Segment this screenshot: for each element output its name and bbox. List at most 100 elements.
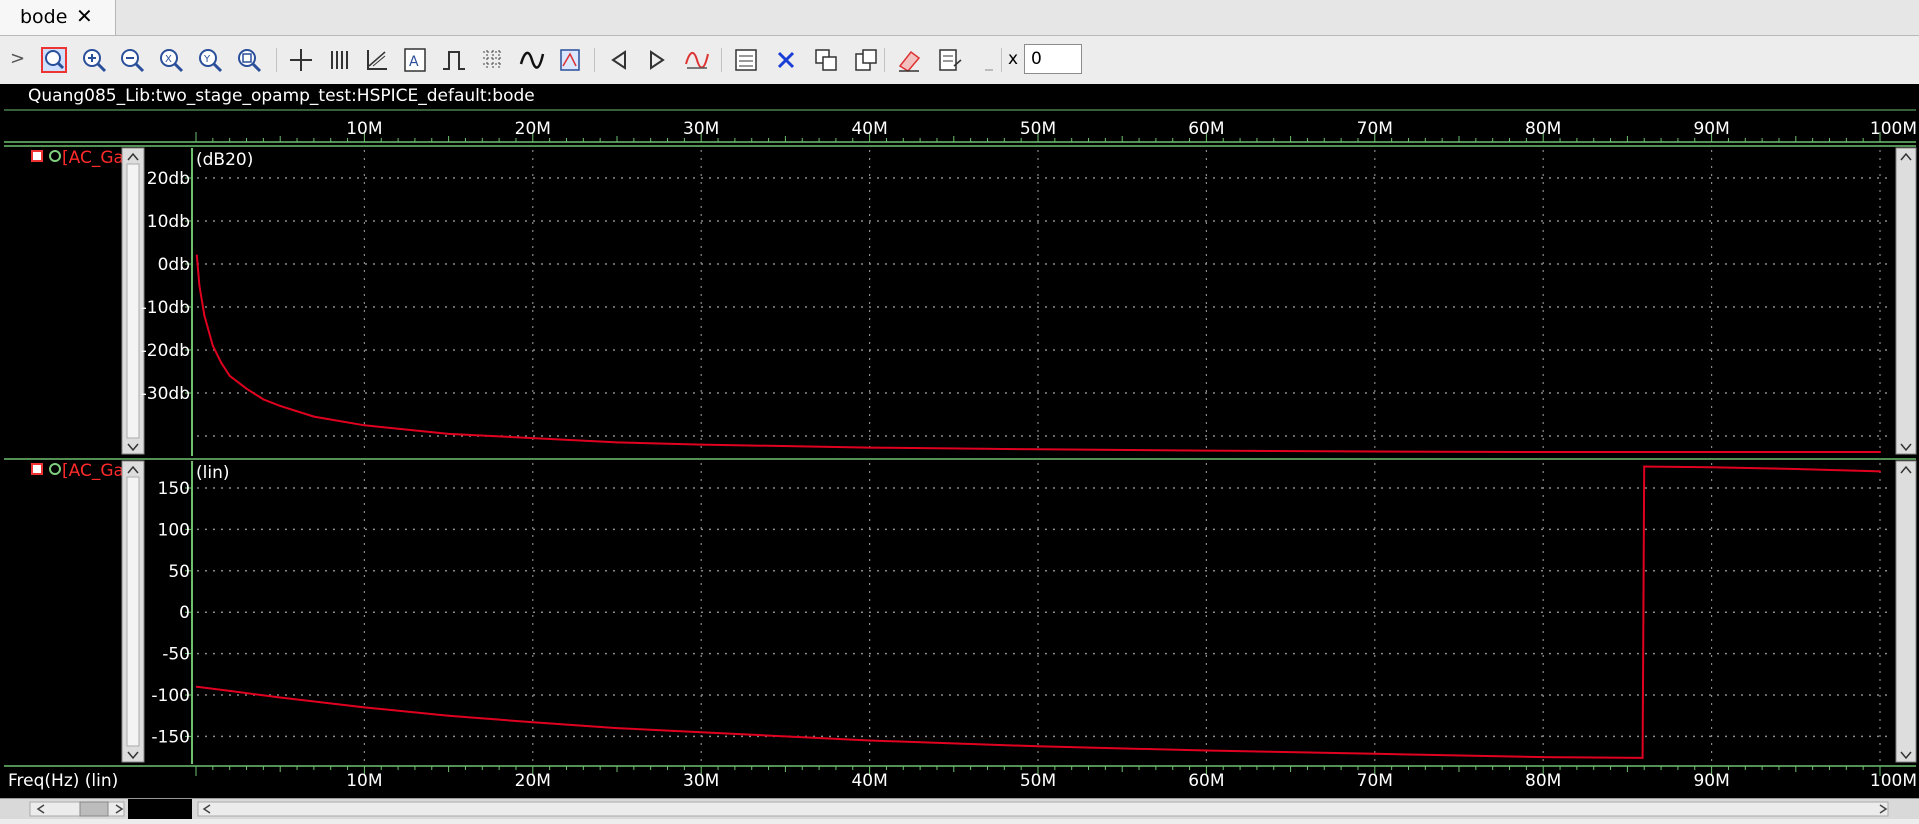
x-axis-label: Freq(Hz) (lin) xyxy=(8,771,118,791)
trace-point xyxy=(1205,749,1208,752)
x-tick-label: 30M xyxy=(683,771,719,791)
y-tick-label: 100 xyxy=(158,520,190,540)
next-icon[interactable] xyxy=(643,46,671,74)
right-scrollbar[interactable] xyxy=(1895,460,1917,763)
trace-point xyxy=(447,432,450,435)
y-tick-label: 10db xyxy=(147,212,190,232)
trace-icon[interactable] xyxy=(683,46,711,74)
zoom-region-icon[interactable] xyxy=(235,46,263,74)
prev-icon[interactable] xyxy=(605,46,633,74)
graph-title: Quang085_Lib:two_stage_opamp_test:HSPICE… xyxy=(28,86,535,106)
x-tick-label: 50M xyxy=(1020,771,1056,791)
annotation-icon[interactable]: A xyxy=(401,46,429,74)
x-tick-label: 80M xyxy=(1525,771,1561,791)
scrollbar-thumb[interactable] xyxy=(79,801,109,817)
trace-point xyxy=(447,714,450,717)
y-tick-label: 0db xyxy=(158,255,190,275)
right-scrollbar[interactable] xyxy=(1895,147,1917,455)
x-tick-label: 70M xyxy=(1357,119,1393,139)
paste-icon[interactable] xyxy=(852,46,880,74)
trace-point xyxy=(312,415,315,418)
x-tick-label: 40M xyxy=(851,771,887,791)
x-value-input[interactable] xyxy=(1024,44,1082,74)
svg-text:X: X xyxy=(165,54,172,65)
frame-icon[interactable] xyxy=(732,46,760,74)
trace-point xyxy=(198,284,201,287)
trace-point xyxy=(211,344,214,347)
trace-point xyxy=(195,254,198,257)
x-tick-label: 90M xyxy=(1693,771,1729,791)
y-tick-label: -100 xyxy=(151,686,190,706)
zoom-in-icon[interactable] xyxy=(80,46,108,74)
waveform-plot[interactable]: 10M 10M 20M 20M 30M 30M 40M 40M 50M 50M 60M 60M 70M 7… xyxy=(0,84,1919,804)
trace-point xyxy=(195,685,198,688)
trace-point xyxy=(1542,756,1545,759)
horizontal-scrollbar[interactable] xyxy=(0,798,1919,819)
trace-point xyxy=(262,398,265,401)
toolbar: > X Y A x xyxy=(0,36,1919,84)
trace-select-icon[interactable] xyxy=(31,150,43,162)
trace-point xyxy=(1879,470,1881,473)
delete-icon[interactable] xyxy=(772,46,800,74)
scrollbar-track[interactable] xyxy=(0,799,1919,819)
trace-point xyxy=(868,739,871,742)
strip-icon[interactable] xyxy=(325,46,353,74)
x-label: x xyxy=(1008,49,1019,69)
trace-point xyxy=(363,706,366,709)
tab-bode[interactable]: bode ✕ xyxy=(0,0,116,35)
trace-point xyxy=(1205,449,1208,452)
y-tick-label: -20db xyxy=(141,341,190,361)
y-tick-label: 20db xyxy=(147,169,190,189)
x-tick-label: 20M xyxy=(515,771,551,791)
trace-point xyxy=(363,424,366,427)
unit-label: (lin) xyxy=(196,463,230,483)
trace-point xyxy=(1710,451,1713,453)
x-tick-label: 20M xyxy=(515,119,551,139)
y-tick-label: -10db xyxy=(141,298,190,318)
crosshair-icon[interactable] xyxy=(287,46,315,74)
visibility-icon[interactable] xyxy=(49,150,61,162)
graph-window[interactable]: 10M 10M 20M 20M 30M 30M 40M 40M 50M 50M 60M 60M 70M 7… xyxy=(0,84,1919,804)
stack-icon[interactable] xyxy=(935,46,963,74)
x-tick-label: 70M xyxy=(1357,771,1393,791)
grid-icon[interactable] xyxy=(479,46,507,74)
trace-point xyxy=(531,721,534,724)
strip-scroll-thumb[interactable] xyxy=(126,476,140,747)
trace-point xyxy=(220,361,223,364)
zoom-x-icon[interactable]: X xyxy=(157,46,185,74)
clock-icon[interactable] xyxy=(49,463,61,475)
zoom-y-icon[interactable]: Y xyxy=(196,46,224,74)
tab-label: bode xyxy=(20,6,68,28)
y-tick-label: 150 xyxy=(158,479,190,499)
x-tick-label: 90M xyxy=(1693,119,1729,139)
y-tick-label: -30db xyxy=(141,384,190,404)
eraser-icon[interactable] xyxy=(895,46,923,74)
trace-point xyxy=(616,727,618,730)
axis-icon[interactable] xyxy=(363,46,391,74)
trace-label: [AC_Ga xyxy=(62,461,124,481)
trace-point xyxy=(1037,448,1039,451)
pulse-icon[interactable] xyxy=(440,46,468,74)
waveform-icon[interactable] xyxy=(518,46,546,74)
measure-icon[interactable] xyxy=(556,46,584,74)
x-tick-label: 60M xyxy=(1188,771,1224,791)
svg-text:Y: Y xyxy=(203,54,211,65)
zoom-out-icon[interactable] xyxy=(118,46,146,74)
x-tick-label: 40M xyxy=(851,119,887,139)
close-icon[interactable]: ✕ xyxy=(76,4,93,28)
trace-point xyxy=(1794,467,1797,470)
trace-point xyxy=(203,314,206,317)
trace-point xyxy=(279,404,282,407)
zoom-fit-icon[interactable] xyxy=(40,46,68,74)
trace-point xyxy=(228,374,231,377)
trace-point xyxy=(616,441,618,444)
chevron-right-icon[interactable]: > xyxy=(10,48,25,69)
toolbar-separator xyxy=(594,48,595,72)
small-icon[interactable] xyxy=(975,46,1003,74)
strip-scroll-thumb[interactable] xyxy=(126,163,140,439)
copy-icon[interactable] xyxy=(812,46,840,74)
trace-point xyxy=(700,443,703,446)
trace-point xyxy=(700,731,703,734)
trace-select-icon[interactable] xyxy=(31,463,43,475)
toolbar-separator xyxy=(884,48,885,72)
